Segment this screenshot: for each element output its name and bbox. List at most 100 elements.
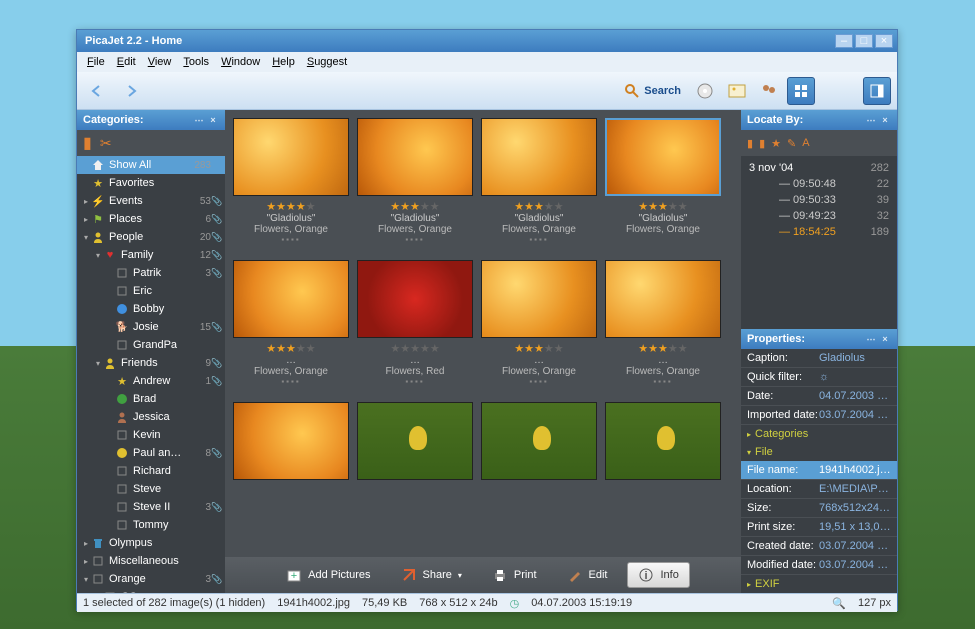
category-item-richard[interactable]: Richard	[77, 462, 225, 480]
date-root[interactable]: 3 nov '04 282	[745, 160, 893, 176]
thumbnail[interactable]	[481, 402, 597, 480]
add-pictures-button[interactable]: + Add Pictures	[276, 563, 380, 587]
category-item-friends[interactable]: ▾Friends9📎	[77, 354, 225, 372]
menu-edit[interactable]: Edit	[111, 54, 142, 70]
locate-time-item[interactable]: — 09:50:4822	[745, 176, 893, 192]
toolbar-right-panel-button[interactable]	[863, 77, 891, 105]
menu-suggest[interactable]: Suggest	[301, 54, 353, 70]
thumbnail-rating[interactable]: ★★★★★	[626, 200, 700, 213]
property-row[interactable]: Modified date:03.07.2004 1…	[741, 556, 897, 575]
category-item-places[interactable]: ▸⚑Places6📎	[77, 210, 225, 228]
property-row[interactable]: Imported date:03.07.2004 1…	[741, 406, 897, 425]
category-item-favorites[interactable]: ★Favorites	[77, 174, 225, 192]
locate-text-icon[interactable]: A	[802, 137, 809, 149]
maximize-button[interactable]: □	[855, 34, 873, 48]
menu-window[interactable]: Window	[215, 54, 266, 70]
edit-button[interactable]: Edit	[557, 563, 618, 587]
bookmark-icon[interactable]: ▮	[83, 133, 92, 153]
category-item-jessica[interactable]: Jessica	[77, 408, 225, 426]
tree-arrow-icon[interactable]: ▾	[81, 233, 91, 242]
locate-time-item[interactable]: — 09:49:2332	[745, 208, 893, 224]
categories-tree[interactable]: Show All283★Favorites▸⚡Events53📎▸⚑Places…	[77, 156, 225, 593]
category-item-cc[interactable]: CC	[77, 588, 225, 593]
category-item-paul-an-[interactable]: Paul an…8📎	[77, 444, 225, 462]
category-item-steve-ii[interactable]: Steve II3📎	[77, 498, 225, 516]
property-row[interactable]: Quick filter:☼	[741, 368, 897, 387]
category-item-show-all[interactable]: Show All283	[77, 156, 225, 174]
thumbnail[interactable]	[233, 402, 349, 480]
scissors-icon[interactable]: ✂	[100, 135, 112, 152]
menu-file[interactable]: File	[81, 54, 111, 70]
thumbnail-rating[interactable]: ★★★★★	[378, 200, 452, 213]
minimize-button[interactable]: –	[835, 34, 853, 48]
locate-options-icon[interactable]: ⋯	[865, 114, 877, 126]
thumbnail[interactable]	[605, 118, 721, 196]
thumbnail[interactable]	[233, 118, 349, 196]
panel-close-icon[interactable]: ×	[207, 114, 219, 126]
props-section-exif[interactable]: ▸EXIF	[741, 575, 897, 593]
category-item-orange[interactable]: ▾Orange3📎	[77, 570, 225, 588]
locate-bookmark-icon[interactable]: ▮	[747, 137, 753, 150]
locate-close-icon[interactable]: ×	[879, 114, 891, 126]
thumbnail[interactable]	[605, 402, 721, 480]
share-dropdown-icon[interactable]: ▾	[458, 571, 462, 580]
property-row[interactable]: Created date:03.07.2004 1…	[741, 537, 897, 556]
thumbnail[interactable]	[481, 118, 597, 196]
thumbnail[interactable]	[605, 260, 721, 338]
zoom-icon[interactable]: 🔍	[832, 597, 846, 610]
tree-arrow-icon[interactable]: ▾	[81, 575, 91, 584]
category-item-patrik[interactable]: Patrik3📎	[77, 264, 225, 282]
share-button[interactable]: Share ▾	[391, 563, 472, 587]
thumbnail[interactable]	[357, 260, 473, 338]
thumbnail-rating[interactable]: ★★★★★	[254, 342, 328, 355]
category-item-eric[interactable]: Eric	[77, 282, 225, 300]
category-item-brad[interactable]: Brad	[77, 390, 225, 408]
print-button[interactable]: Print	[482, 563, 547, 587]
thumbnail[interactable]	[357, 118, 473, 196]
panel-options-icon[interactable]: ⋯	[193, 114, 205, 126]
search-button[interactable]: Search	[618, 78, 687, 104]
thumbnail-rating[interactable]: ★★★★★	[502, 342, 576, 355]
property-row[interactable]: Location:E:\MEDIA\Pict…	[741, 480, 897, 499]
info-button[interactable]: i Info	[627, 562, 689, 588]
category-item-events[interactable]: ▸⚡Events53📎	[77, 192, 225, 210]
category-item-grandpa[interactable]: GrandPa	[77, 336, 225, 354]
tree-arrow-icon[interactable]: ▸	[81, 197, 91, 206]
props-options-icon[interactable]: ⋯	[865, 333, 877, 345]
locate-tree[interactable]: 3 nov '04 282 — 09:50:4822— 09:50:3339— …	[741, 156, 897, 329]
menu-tools[interactable]: Tools	[177, 54, 215, 70]
menu-view[interactable]: View	[142, 54, 178, 70]
property-row[interactable]: Print size:19,51 x 13,00…	[741, 518, 897, 537]
category-item-steve[interactable]: Steve	[77, 480, 225, 498]
category-item-bobby[interactable]: Bobby	[77, 300, 225, 318]
locate-time-item[interactable]: — 18:54:25189	[745, 224, 893, 240]
property-row[interactable]: Caption:Gladiolus	[741, 349, 897, 368]
category-item-tommy[interactable]: Tommy	[77, 516, 225, 534]
props-section-file[interactable]: ▾File	[741, 443, 897, 461]
tree-arrow-icon[interactable]: ▾	[93, 359, 103, 368]
locate-star-icon[interactable]: ★	[771, 137, 781, 150]
category-item-kevin[interactable]: Kevin	[77, 426, 225, 444]
locate-brush-icon[interactable]: ✎	[787, 137, 796, 150]
tree-arrow-icon[interactable]: ▸	[81, 539, 91, 548]
nav-back-button[interactable]	[83, 78, 113, 104]
tree-arrow-icon[interactable]: ▾	[93, 251, 103, 260]
thumbnail[interactable]	[233, 260, 349, 338]
category-item-people[interactable]: ▾People20📎	[77, 228, 225, 246]
property-row[interactable]: Size:768x512x24b…	[741, 499, 897, 518]
thumbnail-grid[interactable]: ★★★★★"Gladiolus"Flowers, Orange▪▪▪▪★★★★★…	[225, 110, 741, 557]
props-close-icon[interactable]: ×	[879, 333, 891, 345]
thumbnail-rating[interactable]: ★★★★★	[386, 342, 445, 355]
thumbnail-rating[interactable]: ★★★★★	[626, 342, 700, 355]
tree-arrow-icon[interactable]: ▸	[81, 557, 91, 566]
thumbnail-rating[interactable]: ★★★★★	[254, 200, 328, 213]
category-item-andrew[interactable]: ★Andrew1📎	[77, 372, 225, 390]
toolbar-picture-button[interactable]	[723, 77, 751, 105]
toolbar-cd-button[interactable]	[691, 77, 719, 105]
property-row[interactable]: File name:1941h4002.jpg	[741, 461, 897, 480]
category-item-family[interactable]: ▾♥Family12📎	[77, 246, 225, 264]
thumbnail[interactable]	[357, 402, 473, 480]
thumbnail[interactable]	[481, 260, 597, 338]
toolbar-view-thumbs-button[interactable]	[787, 77, 815, 105]
property-row[interactable]: Date:04.07.2003 1…	[741, 387, 897, 406]
